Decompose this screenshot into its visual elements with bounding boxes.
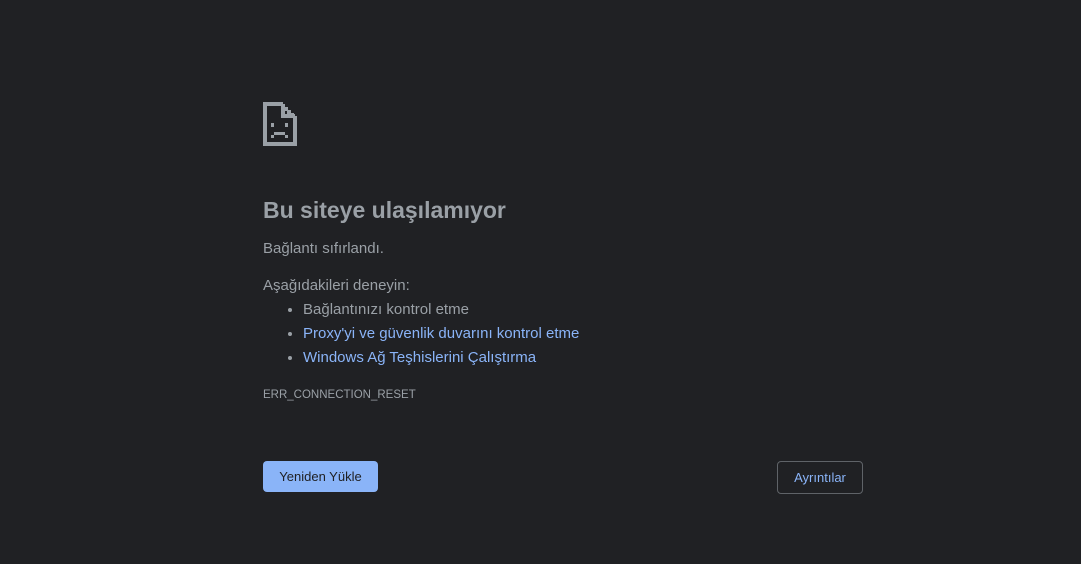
check-proxy-firewall-link[interactable]: Proxy'yi ve güvenlik duvarını kontrol et… xyxy=(303,325,579,342)
error-summary: Bağlantı sıfırlandı. xyxy=(263,240,384,257)
sad-page-icon xyxy=(263,102,297,146)
reload-button[interactable]: Yeniden Yükle xyxy=(263,461,378,492)
suggestions-list: Bağlantınızı kontrol etme Proxy'yi ve gü… xyxy=(263,298,863,370)
suggestion-label: Bağlantınızı kontrol etme xyxy=(303,301,469,318)
suggestion-run-diagnostics: Windows Ağ Teşhislerini Çalıştırma xyxy=(303,346,863,370)
page-title: Bu siteye ulaşılamıyor xyxy=(263,197,506,223)
error-code: ERR_CONNECTION_RESET xyxy=(263,389,416,401)
suggestions-heading: Aşağıdakileri deneyin: xyxy=(263,277,410,294)
run-network-diagnostics-link[interactable]: Windows Ağ Teşhislerini Çalıştırma xyxy=(303,349,536,366)
error-page: Bu siteye ulaşılamıyor Bağlantı sıfırlan… xyxy=(263,102,863,403)
suggestion-check-proxy-firewall: Proxy'yi ve güvenlik duvarını kontrol et… xyxy=(303,322,863,346)
suggestion-check-connection: Bağlantınızı kontrol etme xyxy=(303,298,863,322)
details-button[interactable]: Ayrıntılar xyxy=(777,461,863,494)
